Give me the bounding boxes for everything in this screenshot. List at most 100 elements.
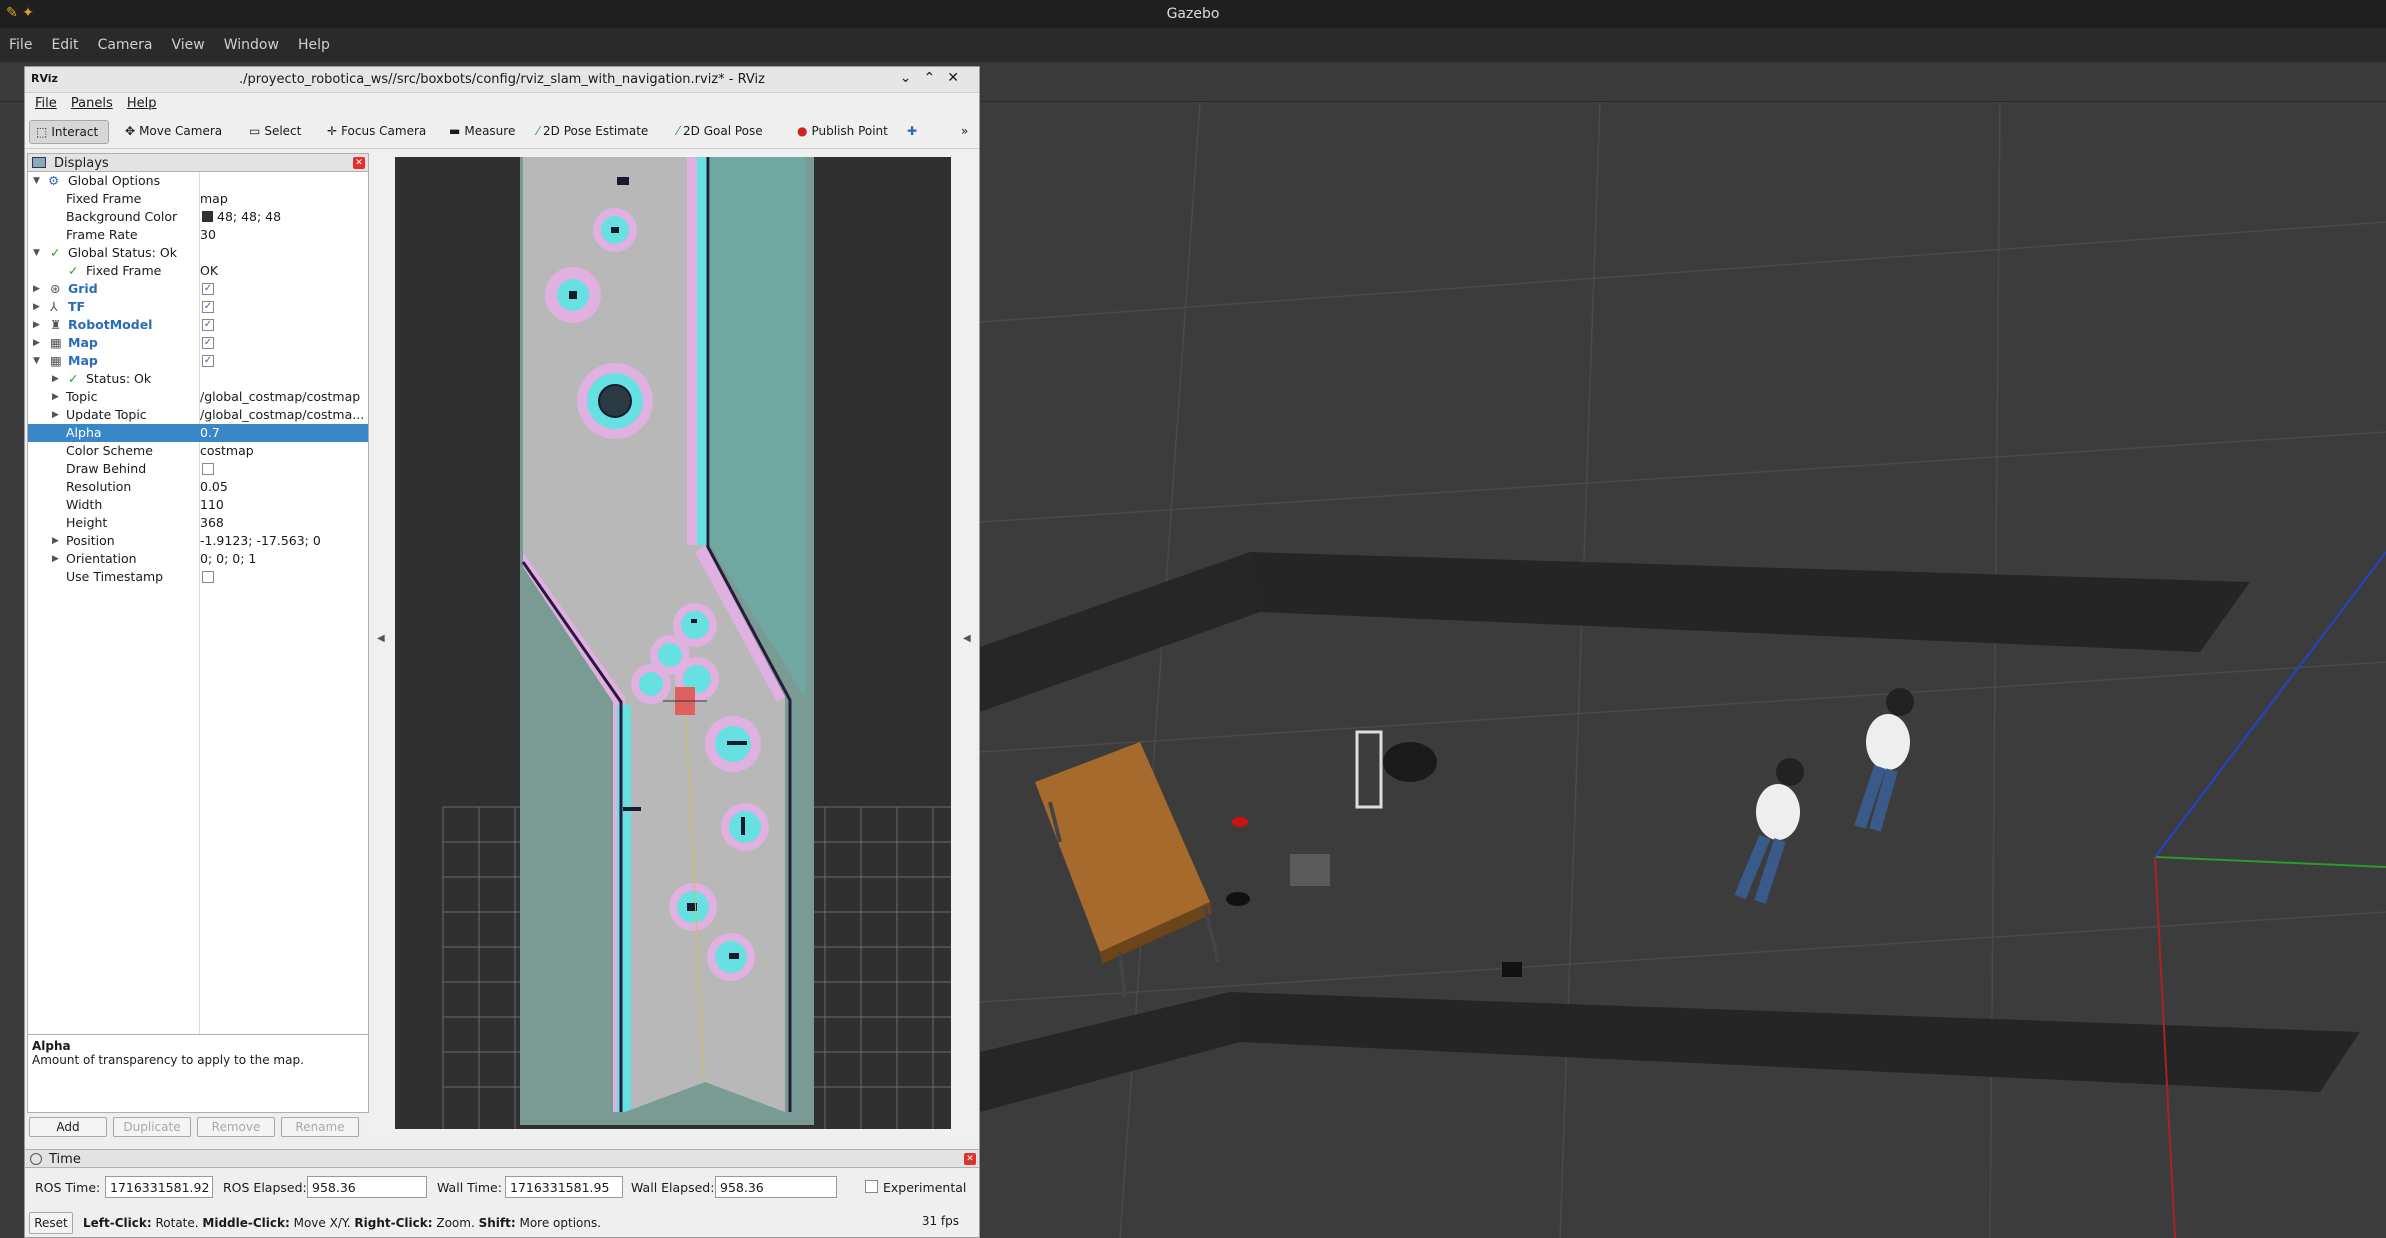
rviz-menu-file[interactable]: File [35,96,57,111]
window-controls[interactable]: ⌄⌃✕ [900,70,971,86]
gazebo-menu-camera[interactable]: Camera [98,37,153,53]
tree-row-map-1[interactable]: ▶ ▦ Map ✓ [28,334,368,352]
tree-row-topic[interactable]: ▶ Topic/global_costmap/costmap [28,388,368,406]
collapse-arrow-icon[interactable]: ▼ [33,244,40,262]
tree-row-global-status[interactable]: ▼ ✓ Global Status: Ok [28,244,368,262]
remove-button[interactable]: Remove [197,1117,275,1137]
rviz-3d-view[interactable] [395,157,951,1129]
tool-measure[interactable]: ▬ Measure [443,120,521,144]
tree-row-status-fixed-frame[interactable]: ✓ Fixed Frame OK [28,262,368,280]
monitor-icon [32,157,46,168]
gazebo-menu-view[interactable]: View [172,37,205,53]
experimental-checkbox[interactable] [865,1180,878,1193]
tree-row-fixed-frame[interactable]: Fixed Frame map [28,190,368,208]
rviz-titlebar: RViz ./proyecto_robotica_ws//src/boxbots… [25,67,979,93]
expand-arrow-icon[interactable]: ▶ [52,388,59,406]
rviz-title: ./proyecto_robotica_ws//src/boxbots/conf… [239,72,765,87]
tree-row-alpha[interactable]: Alpha 0.7 [28,424,368,442]
tree-row-update-topic[interactable]: ▶ Update Topic/global_costmap/costma... [28,406,368,424]
wall-elapsed-field[interactable]: 958.36 [715,1176,837,1198]
tool-focus-camera[interactable]: ✛ Focus Camera [321,120,432,144]
select-icon: ▭ [249,124,261,138]
render-panel: ◀ ◀ [371,153,977,1139]
tree-row-height[interactable]: Height 368 [28,514,368,532]
checkmark-icon: ✓ [68,263,79,278]
gazebo-menu-help[interactable]: Help [298,37,330,53]
tree-row-color-scheme[interactable]: Color Scheme costmap [28,442,368,460]
tree-row-draw-behind[interactable]: Draw Behind [28,460,368,478]
tree-row-position[interactable]: ▶ Position -1.9123; -17.563; 0 [28,532,368,550]
tool-2d-pose-estimate[interactable]: ⁄ 2D Pose Estimate [531,120,654,144]
goal-arrow-icon: ⁄ [677,124,680,138]
time-header: Time ✕ [25,1150,979,1168]
checkmark-icon: ✓ [50,245,61,260]
gazebo-left-panel [0,102,26,1238]
gazebo-menu-file[interactable]: File [9,37,32,53]
map1-enabled-checkbox[interactable]: ✓ [202,337,214,349]
tool-move-camera[interactable]: ✥ Move Camera [119,120,228,144]
robotmodel-enabled-checkbox[interactable]: ✓ [202,319,214,331]
expand-arrow-icon[interactable]: ▶ [33,298,40,316]
expand-arrow-icon[interactable]: ▶ [52,370,59,388]
tree-row-map-2[interactable]: ▼ ▦ Map ✓ [28,352,368,370]
expand-arrow-icon[interactable]: ▶ [33,334,40,352]
collapse-left-icon[interactable]: ◀ [377,633,385,644]
time-panel: Time ✕ ROS Time: 1716331581.92 ROS Elaps… [25,1149,979,1237]
grid-enabled-checkbox[interactable]: ✓ [202,283,214,295]
tool-select[interactable]: ▭ Select [243,120,307,144]
add-button[interactable]: Add [29,1117,107,1137]
ros-time-field[interactable]: 1716331581.92 [105,1176,213,1198]
checkmark-icon: ✓ [68,371,79,386]
use-timestamp-checkbox[interactable] [202,571,214,583]
ros-time-label: ROS Time: [35,1180,101,1195]
collapse-right-icon[interactable]: ◀ [963,633,971,644]
collapse-arrow-icon[interactable]: ▼ [33,352,40,370]
expand-arrow-icon[interactable]: ▶ [52,532,59,550]
ros-elapsed-field[interactable]: 958.36 [307,1176,427,1198]
tree-row-use-timestamp[interactable]: Use Timestamp [28,568,368,586]
tree-row-map-status[interactable]: ▶ ✓ Status: Ok [28,370,368,388]
expand-arrow-icon[interactable]: ▶ [52,550,59,568]
tf-enabled-checkbox[interactable]: ✓ [202,301,214,313]
color-swatch [202,211,213,222]
pin-icon: ● [797,124,808,138]
collapse-arrow-icon[interactable]: ▼ [33,172,40,190]
tree-row-tf[interactable]: ▶ ⅄ TF ✓ [28,298,368,316]
gazebo-menu-window[interactable]: Window [224,37,279,53]
duplicate-button[interactable]: Duplicate [113,1117,191,1137]
reset-button[interactable]: Reset [29,1212,73,1234]
rename-button[interactable]: Rename [281,1117,359,1137]
tree-row-orientation[interactable]: ▶ Orientation 0; 0; 0; 1 [28,550,368,568]
toolbar-overflow-button[interactable]: » [955,120,974,144]
draw-behind-checkbox[interactable] [202,463,214,475]
experimental-label: Experimental [883,1180,967,1195]
map2-enabled-checkbox[interactable]: ✓ [202,355,214,367]
grid-icon: ⊛ [50,281,61,296]
expand-arrow-icon[interactable]: ▶ [33,316,40,334]
tool-interact[interactable]: ⬚ Interact [29,120,109,144]
gazebo-menu-edit[interactable]: Edit [51,37,78,53]
displays-tree: ▼ ⚙ Global Options Fixed Frame map Backgrou… [28,172,368,1034]
description-text: Amount of transparency to apply to the m… [32,1053,304,1067]
tool-2d-goal-pose[interactable]: ⁄ 2D Goal Pose [671,120,769,144]
expand-arrow-icon[interactable]: ▶ [52,406,59,424]
close-icon[interactable]: ✕ [353,157,365,169]
close-icon[interactable]: ✕ [964,1153,976,1165]
gazebo-titlebar: ✎ ✦ Gazebo [0,0,2386,28]
move-icon: ✥ [125,124,136,138]
tool-publish-point[interactable]: ● Publish Point [791,120,894,144]
tree-row-grid[interactable]: ▶ ⊛ Grid ✓ [28,280,368,298]
rviz-menu-panels[interactable]: Panels [71,96,113,111]
tree-row-global-options[interactable]: ▼ ⚙ Global Options [28,172,368,190]
wall-time-label: Wall Time: [437,1180,502,1195]
expand-arrow-icon[interactable]: ▶ [33,280,40,298]
rviz-menu-help[interactable]: Help [127,96,157,111]
tree-row-frame-rate[interactable]: Frame Rate 30 [28,226,368,244]
tree-row-width[interactable]: Width 110 [28,496,368,514]
tree-row-robotmodel[interactable]: ▶ ♜ RobotModel ✓ [28,316,368,334]
displays-panel: Displays ✕ ▼ ⚙ Global Options Fixed Frame m… [27,153,369,1113]
wall-time-field[interactable]: 1716331581.95 [505,1176,623,1198]
add-tool-icon[interactable]: ✚ [901,120,923,144]
tree-row-resolution[interactable]: Resolution 0.05 [28,478,368,496]
tree-row-background-color[interactable]: Background Color 48; 48; 48 [28,208,368,226]
